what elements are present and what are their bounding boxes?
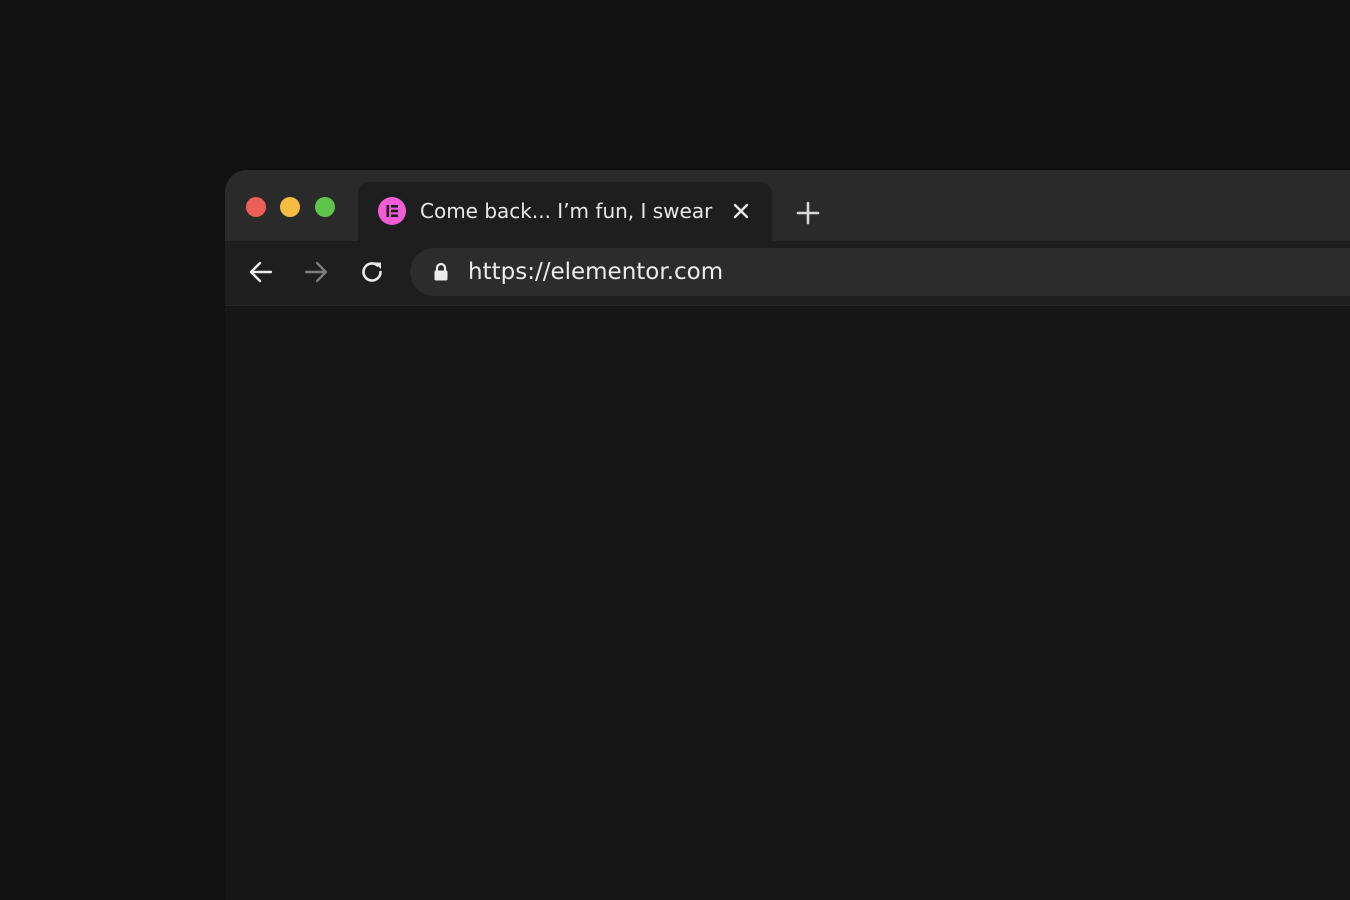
window-minimize-button[interactable] <box>280 197 300 217</box>
active-tab[interactable]: Come back... I’m fun, I swear <box>358 182 772 241</box>
url-text[interactable]: https://elementor.com <box>468 259 723 285</box>
plus-icon[interactable] <box>796 201 820 225</box>
arrow-right-icon[interactable] <box>302 258 330 286</box>
reload-icon[interactable] <box>358 258 386 286</box>
address-bar[interactable]: https://elementor.com <box>410 248 1350 296</box>
window-close-button[interactable] <box>246 197 266 217</box>
toolbar: https://elementor.com <box>225 241 1350 306</box>
tab-title: Come back... I’m fun, I swear <box>420 199 713 223</box>
page-content <box>225 306 1350 900</box>
window-maximize-button[interactable] <box>315 197 335 217</box>
browser-window: Come back... I’m fun, I swear https://el… <box>225 170 1350 900</box>
tab-strip: Come back... I’m fun, I swear <box>225 170 1350 241</box>
close-icon[interactable] <box>732 202 750 220</box>
elementor-logo-icon <box>378 197 406 225</box>
lock-icon[interactable] <box>432 262 450 282</box>
arrow-left-icon[interactable] <box>247 258 275 286</box>
